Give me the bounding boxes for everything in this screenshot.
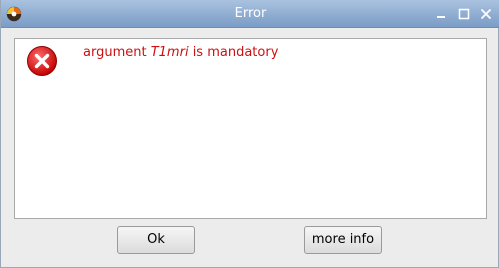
error-message: argument T1mri is mandatory	[83, 45, 278, 61]
error-dialog-window: Error argument T1mri is mandatory Ok mor…	[0, 0, 499, 268]
message-prefix: argument	[83, 45, 151, 60]
close-button[interactable]	[479, 7, 493, 21]
message-argument: T1mri	[150, 45, 189, 60]
more-info-button[interactable]: more info	[304, 226, 382, 254]
window-title: Error	[234, 6, 267, 21]
minimize-button[interactable]	[434, 7, 448, 21]
maximize-button[interactable]	[457, 7, 471, 21]
title-bar[interactable]: Error	[1, 0, 499, 28]
error-x-icon	[26, 45, 58, 77]
message-panel: argument T1mri is mandatory	[14, 38, 487, 219]
message-suffix: is mandatory	[188, 45, 279, 60]
ok-button[interactable]: Ok	[117, 226, 195, 254]
maximize-icon	[458, 8, 470, 20]
close-icon	[481, 9, 491, 19]
minimize-icon	[437, 16, 445, 18]
